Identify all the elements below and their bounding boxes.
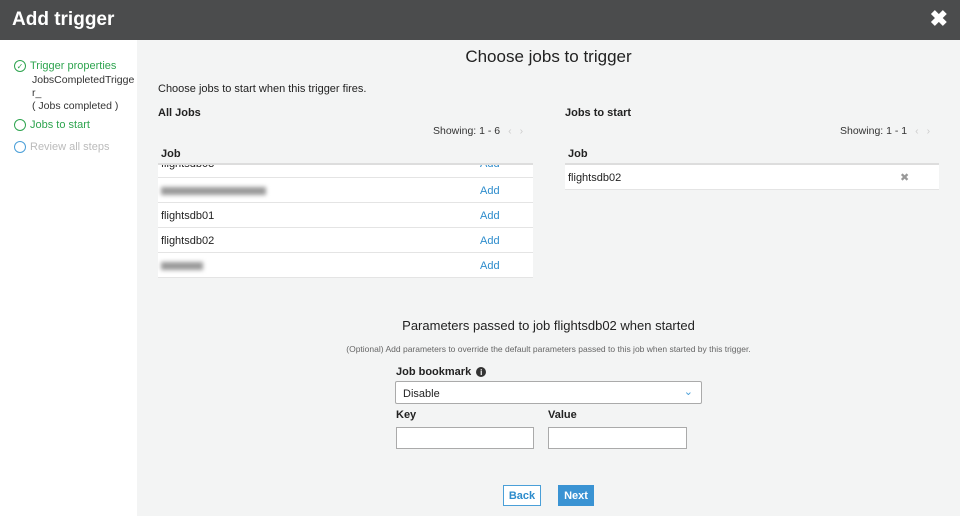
remove-icon[interactable]: ✖ [900, 171, 909, 184]
bookmark-select[interactable]: Disable ⌄ [395, 381, 702, 404]
jobs-to-start-pagination: Showing: 1 - 1 ‹ › [840, 125, 930, 137]
jobs-to-start-table: Job flightsdb02 ✖ [565, 143, 939, 190]
chevron-left-icon[interactable]: ‹ [508, 125, 512, 137]
sidebar: ✓ Trigger properties JobsCompletedTrigge r… [0, 40, 137, 516]
add-link[interactable]: Add [480, 260, 500, 272]
table-row: flightsdb03 Add [158, 165, 533, 178]
table-row: Add [158, 253, 533, 278]
info-icon[interactable]: i [476, 367, 487, 377]
step-detail: JobsCompletedTrigge r_( Jobs completed ) [32, 74, 134, 113]
step-label: Jobs to start [30, 119, 90, 131]
column-header: Job [565, 143, 939, 165]
chevron-down-icon: ⌄ [683, 386, 693, 398]
dialog-title: Add trigger [12, 9, 115, 30]
value-input[interactable] [548, 427, 687, 449]
add-link[interactable]: Add [480, 165, 500, 170]
header: Add trigger ✖ [0, 0, 960, 40]
table-row: flightsdb01 Add [158, 203, 533, 228]
job-name: flightsdb03 [161, 165, 214, 170]
back-button[interactable]: Back [503, 485, 541, 506]
detail-line: ( Jobs completed ) [32, 100, 119, 112]
step-label: Trigger properties [30, 60, 117, 72]
blurred-job-name [161, 262, 203, 270]
params-title: Parameters passed to job flightsdb02 whe… [402, 318, 695, 333]
description: Choose jobs to start when this trigger f… [158, 83, 367, 95]
job-name: flightsdb01 [161, 210, 215, 222]
all-jobs-heading: All Jobs [158, 107, 201, 119]
table-row: flightsdb02 ✖ [565, 165, 939, 190]
column-header: Job [158, 143, 533, 165]
all-jobs-table: Job flightsdb03 Add Add flightsdb01 Add fl… [158, 143, 533, 278]
selected-value: Disable [403, 388, 440, 400]
chevron-left-icon[interactable]: ‹ [915, 125, 919, 137]
circle-icon [14, 141, 26, 153]
blurred-job-name [161, 187, 266, 195]
circle-icon [14, 119, 26, 131]
add-link[interactable]: Add [480, 210, 500, 222]
job-name: flightsdb02 [568, 172, 622, 184]
detail-line: r_ [32, 87, 42, 99]
chevron-right-icon[interactable]: › [927, 125, 931, 137]
showing-text: Showing: 1 - 6 [433, 125, 501, 137]
table-row: Add [158, 178, 533, 203]
step-trigger-properties[interactable]: ✓ Trigger properties [14, 60, 116, 72]
add-link[interactable]: Add [480, 235, 500, 247]
params-note: (Optional) Add parameters to override th… [346, 344, 751, 354]
step-jobs-to-start[interactable]: Jobs to start [14, 119, 90, 131]
close-icon[interactable]: ✖ [930, 6, 948, 32]
job-name: flightsdb02 [161, 235, 215, 247]
check-circle-icon: ✓ [14, 60, 26, 72]
chevron-right-icon[interactable]: › [520, 125, 524, 137]
all-jobs-pagination: Showing: 1 - 6 ‹ › [433, 125, 523, 137]
step-review[interactable]: Review all steps [14, 141, 109, 153]
showing-text: Showing: 1 - 1 [840, 125, 908, 137]
key-label: Key [396, 409, 417, 421]
step-label: Review all steps [30, 141, 110, 153]
next-button[interactable]: Next [558, 485, 594, 506]
page-title: Choose jobs to trigger [465, 47, 632, 66]
value-label: Value [548, 409, 577, 421]
label: Job bookmark [396, 366, 472, 378]
bookmark-label: Job bookmark i [396, 366, 487, 378]
jobs-to-start-heading: Jobs to start [565, 107, 632, 119]
add-link[interactable]: Add [480, 185, 500, 197]
table-row: flightsdb02 Add [158, 228, 533, 253]
key-input[interactable] [396, 427, 534, 449]
detail-line: JobsCompletedTrigge [32, 74, 135, 86]
